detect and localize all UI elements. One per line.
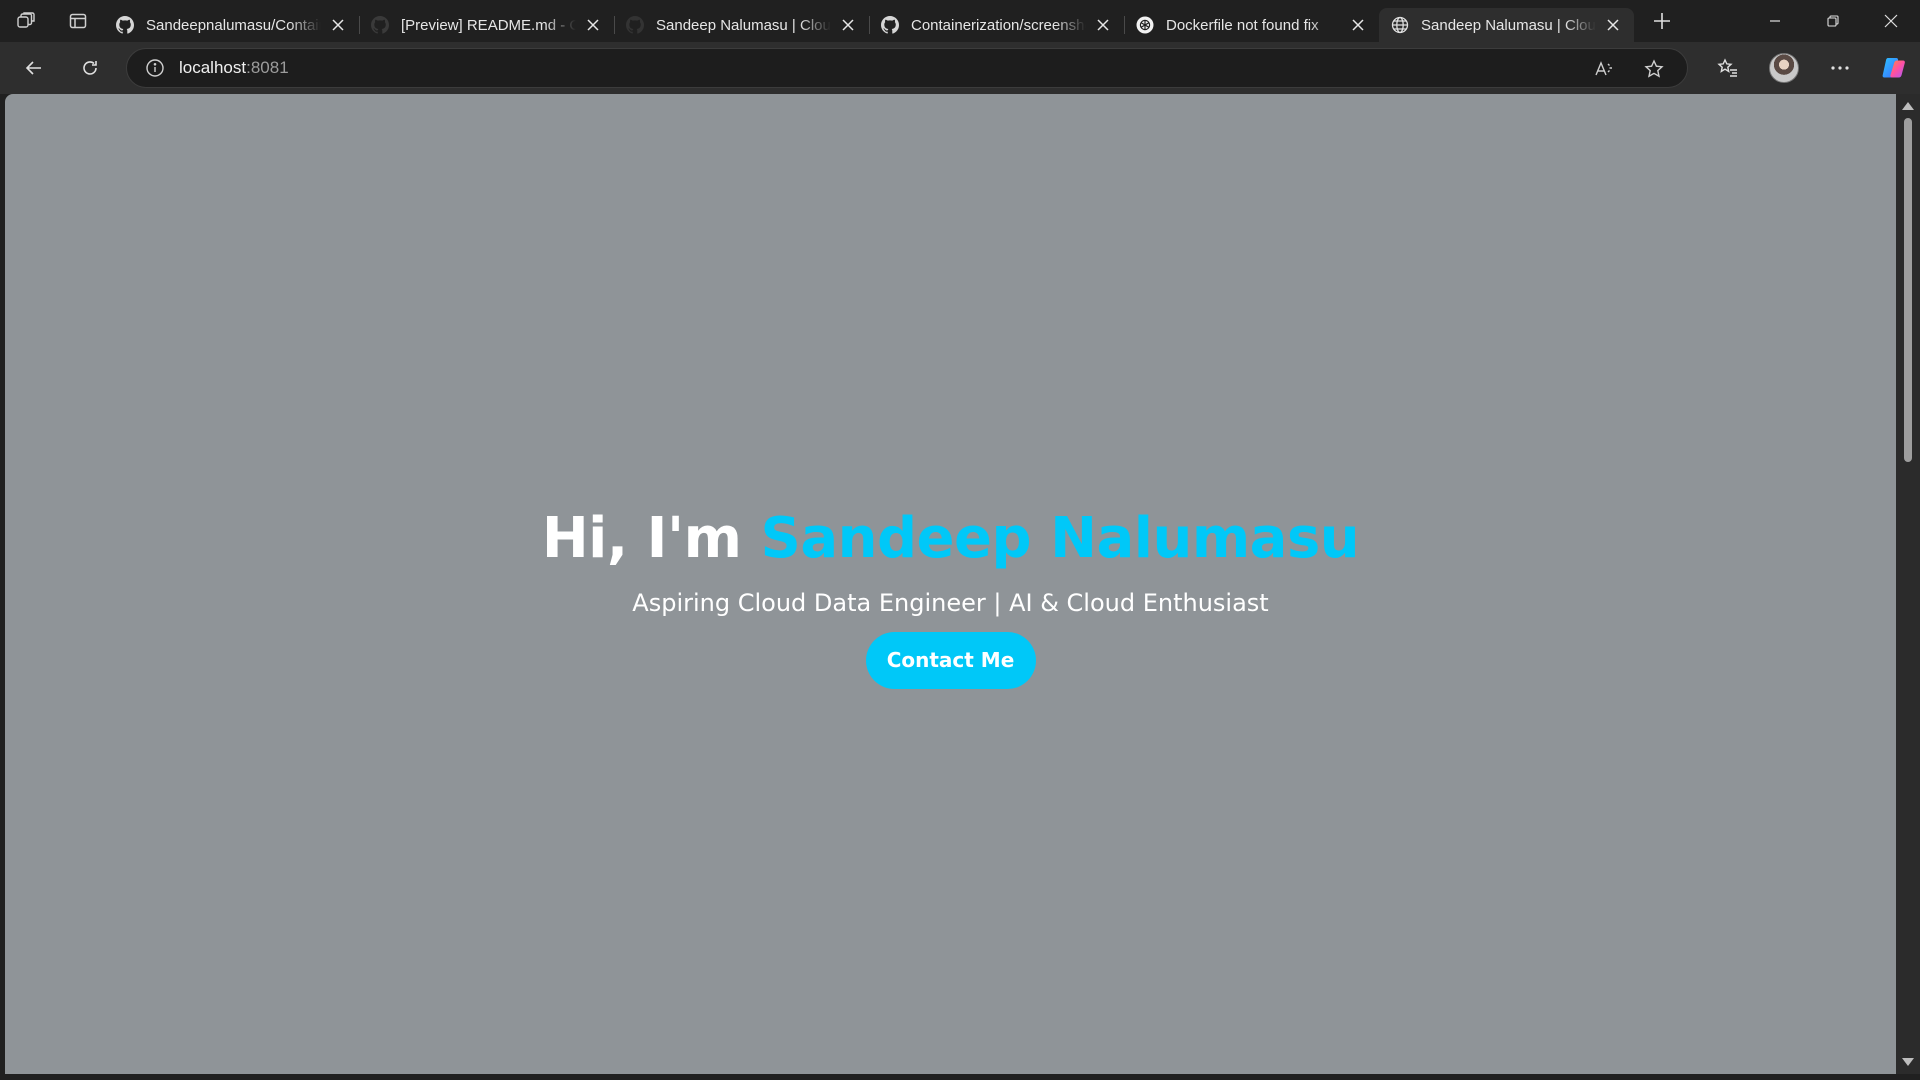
github-icon bbox=[371, 16, 389, 34]
restore-button[interactable] bbox=[1804, 0, 1862, 42]
copilot-icon bbox=[1882, 58, 1905, 78]
toolbar-right bbox=[1702, 48, 1920, 88]
url-text: localhost:8081 bbox=[179, 58, 289, 78]
globe-icon bbox=[1391, 16, 1409, 34]
tab-actions-icon bbox=[69, 13, 87, 29]
tab-4[interactable]: Dockerfile not found fix bbox=[1124, 8, 1379, 42]
hero-heading: Hi, I'm Sandeep Nalumasu bbox=[5, 504, 1896, 574]
minimize-button[interactable] bbox=[1746, 0, 1804, 42]
close-icon[interactable] bbox=[582, 14, 604, 36]
close-icon[interactable] bbox=[327, 14, 349, 36]
tab-strip: Sandeepnalumasu/Containerization [Previe… bbox=[0, 0, 1920, 42]
address-bar[interactable]: localhost:8081 bbox=[126, 48, 1688, 88]
page-scrollbar[interactable] bbox=[1896, 94, 1920, 1074]
tab-3[interactable]: Containerization/screenshots bbox=[869, 8, 1124, 42]
scroll-down-arrow-icon[interactable] bbox=[1902, 1058, 1914, 1066]
openai-icon bbox=[1136, 16, 1154, 34]
avatar bbox=[1769, 53, 1799, 83]
heading-name: Sandeep Nalumasu bbox=[760, 506, 1360, 571]
close-icon bbox=[1884, 14, 1898, 28]
tab-title: Sandeepnalumasu/Containerization bbox=[146, 16, 321, 34]
tab-0[interactable]: Sandeepnalumasu/Containerization bbox=[104, 8, 359, 42]
favorites-button[interactable] bbox=[1702, 48, 1754, 88]
scroll-up-arrow-icon[interactable] bbox=[1902, 102, 1914, 110]
scroll-thumb[interactable] bbox=[1904, 118, 1912, 462]
page-viewport: Hi, I'm Sandeep Nalumasu Aspiring Cloud … bbox=[5, 94, 1896, 1074]
vertical-tabs-button[interactable] bbox=[52, 0, 104, 42]
favorites-icon bbox=[1717, 58, 1737, 77]
tab-title: [Preview] README.md - Containerization bbox=[401, 16, 576, 34]
copilot-button[interactable] bbox=[1866, 48, 1920, 88]
contact-me-button[interactable]: Contact Me bbox=[865, 632, 1036, 689]
close-icon[interactable] bbox=[1347, 14, 1369, 36]
refresh-button[interactable] bbox=[68, 48, 112, 88]
new-tab-button[interactable] bbox=[1638, 0, 1686, 42]
github-icon bbox=[881, 16, 899, 34]
tab-5-active[interactable]: Sandeep Nalumasu | Cloud Data Engineer bbox=[1379, 8, 1634, 42]
url-host: localhost bbox=[179, 58, 247, 77]
arrow-left-icon bbox=[25, 61, 41, 75]
github-icon bbox=[626, 16, 644, 34]
info-icon[interactable] bbox=[131, 58, 179, 78]
minimize-icon bbox=[1770, 20, 1780, 22]
read-aloud-icon bbox=[1595, 61, 1612, 76]
close-icon[interactable] bbox=[837, 14, 859, 36]
heading-prefix: Hi, I'm bbox=[541, 506, 761, 571]
more-icon bbox=[1831, 66, 1849, 70]
url-port: :8081 bbox=[246, 58, 289, 77]
github-icon bbox=[116, 16, 134, 34]
window-bottom-edge bbox=[0, 1074, 1920, 1080]
workspaces-button[interactable] bbox=[0, 0, 52, 42]
browser-toolbar: localhost:8081 bbox=[0, 42, 1920, 94]
restore-icon bbox=[1827, 15, 1839, 27]
tab-2[interactable]: Sandeep Nalumasu | Cloud Data Engineer bbox=[614, 8, 869, 42]
tab-title: Sandeep Nalumasu | Cloud Data Engineer bbox=[656, 16, 831, 34]
window-controls bbox=[1746, 0, 1920, 42]
more-button[interactable] bbox=[1814, 48, 1866, 88]
close-window-button[interactable] bbox=[1862, 0, 1920, 42]
favorite-button[interactable] bbox=[1629, 49, 1679, 89]
close-icon[interactable] bbox=[1092, 14, 1114, 36]
tab-title: Containerization/screenshots bbox=[911, 16, 1086, 34]
tab-1[interactable]: [Preview] README.md - Containerization bbox=[359, 8, 614, 42]
refresh-icon bbox=[83, 61, 97, 75]
hero-section: Hi, I'm Sandeep Nalumasu Aspiring Cloud … bbox=[5, 504, 1896, 689]
read-aloud-button[interactable] bbox=[1579, 49, 1629, 89]
close-icon[interactable] bbox=[1602, 14, 1624, 36]
tab-title: Sandeep Nalumasu | Cloud Data Engineer bbox=[1421, 16, 1596, 34]
back-button[interactable] bbox=[12, 48, 56, 88]
workspaces-icon bbox=[17, 12, 35, 28]
star-icon bbox=[1644, 59, 1664, 78]
profile-button[interactable] bbox=[1754, 48, 1814, 88]
plus-icon bbox=[1654, 13, 1670, 29]
hero-subtitle: Aspiring Cloud Data Engineer | AI & Clou… bbox=[632, 589, 1269, 617]
tab-title: Dockerfile not found fix bbox=[1166, 16, 1319, 34]
